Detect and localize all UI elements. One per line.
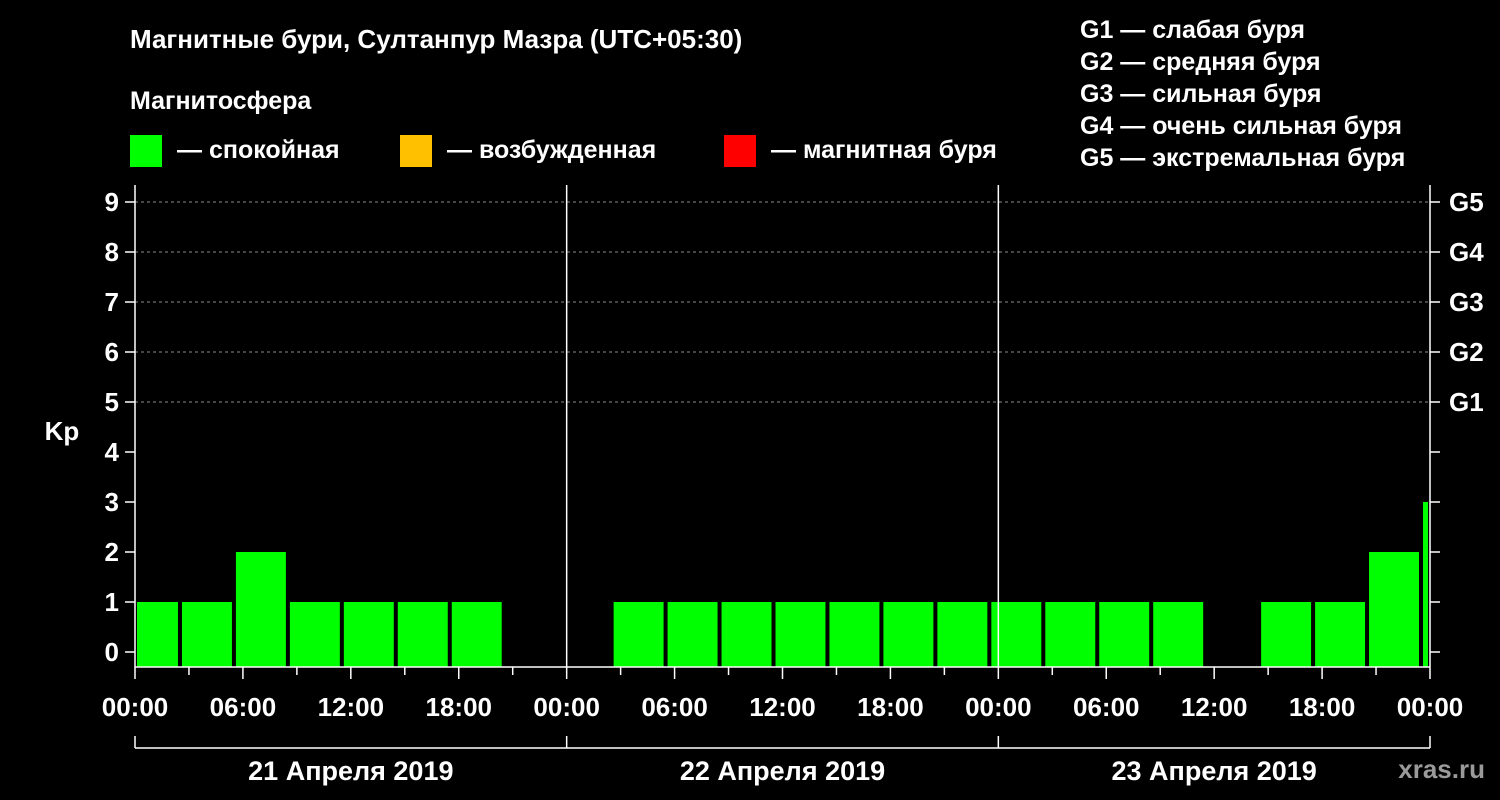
kp-bar <box>181 602 232 667</box>
kp-bar <box>137 602 178 667</box>
legend-swatch-unsettled <box>400 135 432 167</box>
kp-bar <box>343 602 394 667</box>
kp-bar <box>1261 602 1312 667</box>
y-tick-label: 5 <box>105 387 119 417</box>
y-tick-label: 1 <box>105 587 119 617</box>
storm-scale-g1: G1 — слабая буря <box>1080 16 1305 44</box>
g-scale-label: G1 <box>1449 387 1484 417</box>
day-label: 22 Апреля 2019 <box>680 756 885 786</box>
x-tick-label: 18:00 <box>426 692 493 722</box>
storm-scale-g4: G4 — очень сильная буря <box>1080 112 1402 140</box>
ticks: 0 1 2 3 4 5 6 7 8 9 G1 G2 G3 G4 G5 00:00 06:00 12:00 18:00… <box>102 187 1484 786</box>
kp-bar <box>775 602 826 667</box>
y-tick-label: 6 <box>105 337 119 367</box>
x-tick-label: 00:00 <box>102 692 169 722</box>
storm-scale-g3: G3 — сильная буря <box>1080 80 1322 108</box>
kp-bar <box>451 602 502 667</box>
x-tick-label: 12:00 <box>749 692 816 722</box>
g-scale-label: G2 <box>1449 337 1484 367</box>
x-tick-label: 06:00 <box>641 692 708 722</box>
g-scale-label: G3 <box>1449 287 1484 317</box>
x-tick-label: 00:00 <box>1397 692 1464 722</box>
x-tick-label: 12:00 <box>1181 692 1248 722</box>
kp-bar <box>829 602 880 667</box>
y-tick-label: 9 <box>105 187 119 217</box>
x-tick-label: 00:00 <box>533 692 600 722</box>
kp-bar <box>1153 602 1204 667</box>
kp-bar <box>289 602 340 667</box>
kp-bar <box>397 602 448 667</box>
y-tick-label: 4 <box>105 437 120 467</box>
g-scale-label: G4 <box>1449 237 1484 267</box>
x-tick-label: 06:00 <box>1073 692 1140 722</box>
storm-scale-g5: G5 — экстремальная буря <box>1080 144 1405 172</box>
kp-bar <box>937 602 988 667</box>
legend-swatch-storm <box>724 135 756 167</box>
x-tick-label: 12:00 <box>318 692 385 722</box>
y-tick-label: 8 <box>105 237 119 267</box>
y-tick-label: 0 <box>105 637 119 667</box>
y-tick-label: 3 <box>105 487 119 517</box>
kp-bar <box>1099 602 1150 667</box>
legend-heading: Магнитосфера <box>130 87 312 115</box>
kp-bar <box>1315 602 1366 667</box>
legend-label-unsettled: — возбужденная <box>447 136 656 164</box>
kp-bar <box>1423 502 1428 667</box>
bars <box>137 502 1428 667</box>
y-tick-label: 2 <box>105 537 119 567</box>
brand-watermark: xras.ru <box>1398 754 1485 784</box>
y-tick-label: 7 <box>105 287 119 317</box>
kp-chart: Магнитные бури, Султанпур Мазра (UTC+05:… <box>45 16 1485 786</box>
legend: — спокойная — возбужденная — магнитная б… <box>130 135 997 167</box>
x-tick-label: 18:00 <box>857 692 924 722</box>
kp-bar <box>235 552 286 667</box>
day-label: 21 Апреля 2019 <box>248 756 453 786</box>
storm-scale-g2: G2 — средняя буря <box>1080 48 1321 76</box>
kp-bar <box>613 602 664 667</box>
kp-bar <box>1045 602 1096 667</box>
legend-label-storm: — магнитная буря <box>771 136 997 164</box>
chart-title: Магнитные бури, Султанпур Мазра (UTC+05:… <box>130 24 742 54</box>
x-tick-label: 06:00 <box>210 692 277 722</box>
legend-label-quiet: — спокойная <box>177 136 340 164</box>
kp-bar <box>883 602 934 667</box>
x-tick-label: 18:00 <box>1289 692 1356 722</box>
kp-bar <box>1369 552 1420 667</box>
kp-bar <box>721 602 772 667</box>
g-scale-label: G5 <box>1449 187 1484 217</box>
legend-swatch-quiet <box>130 135 162 167</box>
grid <box>135 201 1430 403</box>
kp-bar <box>667 602 718 667</box>
day-label: 23 Апреля 2019 <box>1112 756 1317 786</box>
x-tick-label: 00:00 <box>965 692 1032 722</box>
y-axis-label: Kp <box>45 416 80 446</box>
storm-scale: G1 — слабая буря G2 — средняя буря G3 — … <box>1080 16 1405 172</box>
